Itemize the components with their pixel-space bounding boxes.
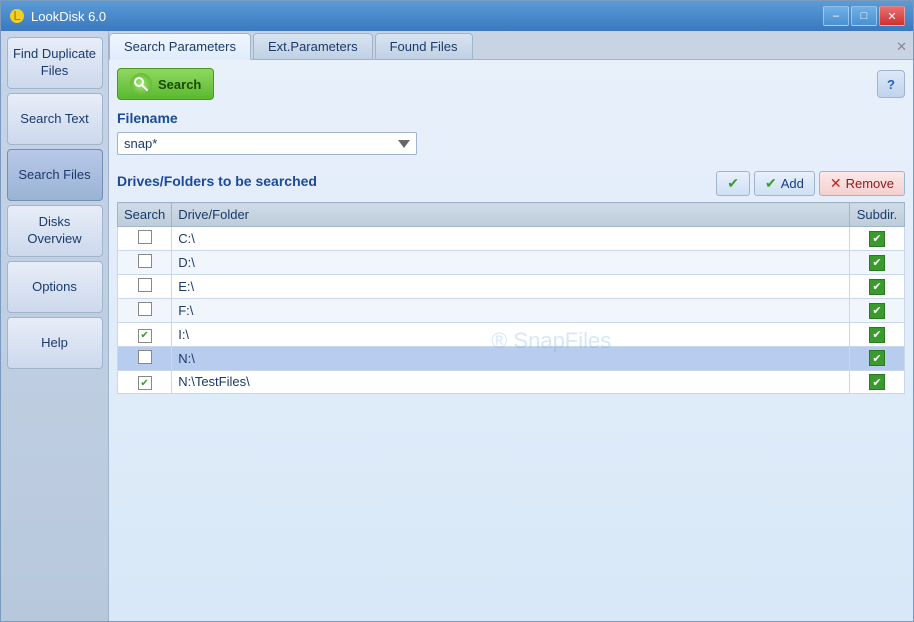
search-cell: ✔ bbox=[118, 370, 172, 394]
panel-close-icon[interactable]: ✕ bbox=[890, 35, 913, 59]
title-bar: L LookDisk 6.0 – □ ✕ bbox=[1, 1, 913, 31]
title-controls: – □ ✕ bbox=[823, 6, 905, 26]
subdir-check-n[interactable]: ✔ bbox=[869, 350, 885, 366]
add-button[interactable]: ✔ Add bbox=[754, 171, 815, 196]
checkbox-e[interactable] bbox=[138, 278, 152, 292]
toolbar: Search ? bbox=[117, 68, 905, 100]
check-icon: ✔ bbox=[727, 175, 739, 192]
window-title: LookDisk 6.0 bbox=[31, 9, 106, 24]
search-cell bbox=[118, 275, 172, 299]
table-row: D:\ ✔ bbox=[118, 251, 905, 275]
path-cell: N:\TestFiles\ bbox=[172, 370, 850, 394]
path-cell: F:\ bbox=[172, 299, 850, 323]
subdir-check-i[interactable]: ✔ bbox=[869, 327, 885, 343]
search-button-label: Search bbox=[158, 77, 201, 92]
search-cell bbox=[118, 227, 172, 251]
add-check-icon: ✔ bbox=[765, 175, 777, 192]
subdir-cell: ✔ bbox=[850, 370, 905, 394]
maximize-button[interactable]: □ bbox=[851, 6, 877, 26]
content-area: Search Parameters Ext.Parameters Found F… bbox=[109, 31, 913, 621]
close-button[interactable]: ✕ bbox=[879, 6, 905, 26]
path-cell: N:\ bbox=[172, 346, 850, 370]
tab-search-parameters[interactable]: Search Parameters bbox=[109, 33, 251, 60]
subdir-cell: ✔ bbox=[850, 275, 905, 299]
sidebar-item-search-text[interactable]: Search Text bbox=[7, 93, 103, 145]
sidebar-item-find-duplicate[interactable]: Find Duplicate Files bbox=[7, 37, 103, 89]
sidebar-item-disks-overview[interactable]: Disks Overview bbox=[7, 205, 103, 257]
checkbox-d[interactable] bbox=[138, 254, 152, 268]
path-cell: E:\ bbox=[172, 275, 850, 299]
table-row: ✔ I:\ ✔ bbox=[118, 323, 905, 347]
subdir-cell: ✔ bbox=[850, 227, 905, 251]
remove-button-label: Remove bbox=[846, 176, 894, 191]
sidebar-item-search-files[interactable]: Search Files bbox=[7, 149, 103, 201]
sidebar-item-help[interactable]: Help bbox=[7, 317, 103, 369]
drives-actions: ✔ ✔ Add ✕ Remove bbox=[716, 171, 905, 196]
col-subdir: Subdir. bbox=[850, 203, 905, 227]
sidebar: Find Duplicate Files Search Text Search … bbox=[1, 31, 109, 621]
app-icon: L bbox=[9, 8, 25, 24]
checkbox-n[interactable] bbox=[138, 350, 152, 364]
table-row: ✔ N:\TestFiles\ ✔ bbox=[118, 370, 905, 394]
path-cell: I:\ bbox=[172, 323, 850, 347]
add-button-label: Add bbox=[781, 176, 804, 191]
search-icon bbox=[130, 73, 152, 95]
main-window: L LookDisk 6.0 – □ ✕ Find Duplicate File… bbox=[0, 0, 914, 622]
search-cell: ✔ bbox=[118, 323, 172, 347]
subdir-check-c[interactable]: ✔ bbox=[869, 231, 885, 247]
drives-header: Drives/Folders to be searched ✔ ✔ Add ✕ … bbox=[117, 171, 905, 196]
checkbox-f[interactable] bbox=[138, 302, 152, 316]
subdir-cell: ✔ bbox=[850, 323, 905, 347]
tab-ext-parameters[interactable]: Ext.Parameters bbox=[253, 33, 373, 59]
help-icon: ? bbox=[887, 77, 895, 92]
title-bar-left: L LookDisk 6.0 bbox=[9, 8, 106, 24]
path-cell: D:\ bbox=[172, 251, 850, 275]
drives-table: Search Drive/Folder Subdir. C:\ bbox=[117, 202, 905, 394]
search-button[interactable]: Search bbox=[117, 68, 214, 100]
search-cell bbox=[118, 346, 172, 370]
search-cell bbox=[118, 299, 172, 323]
col-drive-folder: Drive/Folder bbox=[172, 203, 850, 227]
checkbox-i[interactable]: ✔ bbox=[138, 329, 152, 343]
search-parameters-panel: ® SnapFiles Search ? bbox=[109, 60, 913, 621]
subdir-check-e[interactable]: ✔ bbox=[869, 279, 885, 295]
filename-section-label: Filename bbox=[117, 110, 905, 126]
checkall-button[interactable]: ✔ bbox=[716, 171, 750, 196]
table-row: N:\ ✔ bbox=[118, 346, 905, 370]
subdir-check-d[interactable]: ✔ bbox=[869, 255, 885, 271]
drives-section-label: Drives/Folders to be searched bbox=[117, 173, 317, 189]
table-row: F:\ ✔ bbox=[118, 299, 905, 323]
sidebar-search-files-label: Search Files bbox=[18, 167, 90, 184]
svg-text:L: L bbox=[13, 8, 20, 23]
remove-button[interactable]: ✕ Remove bbox=[819, 171, 905, 196]
table-row: C:\ ✔ bbox=[118, 227, 905, 251]
subdir-cell: ✔ bbox=[850, 251, 905, 275]
main-content: Find Duplicate Files Search Text Search … bbox=[1, 31, 913, 621]
subdir-cell: ✔ bbox=[850, 299, 905, 323]
filename-row: snap* *.* *.txt *.exe bbox=[117, 132, 905, 155]
col-search: Search bbox=[118, 203, 172, 227]
checkbox-c[interactable] bbox=[138, 230, 152, 244]
help-button[interactable]: ? bbox=[877, 70, 905, 98]
minimize-button[interactable]: – bbox=[823, 6, 849, 26]
path-cell: C:\ bbox=[172, 227, 850, 251]
sidebar-item-options[interactable]: Options bbox=[7, 261, 103, 313]
search-cell bbox=[118, 251, 172, 275]
tab-bar: Search Parameters Ext.Parameters Found F… bbox=[109, 31, 913, 60]
checkbox-n-test[interactable]: ✔ bbox=[138, 376, 152, 390]
sidebar-options-label: Options bbox=[32, 279, 77, 296]
subdir-cell: ✔ bbox=[850, 346, 905, 370]
sidebar-disks-overview-label: Disks Overview bbox=[12, 214, 98, 248]
subdir-check-f[interactable]: ✔ bbox=[869, 303, 885, 319]
sidebar-search-text-label: Search Text bbox=[20, 111, 88, 128]
tab-found-files[interactable]: Found Files bbox=[375, 33, 473, 59]
subdir-check-n-test[interactable]: ✔ bbox=[869, 374, 885, 390]
table-row: E:\ ✔ bbox=[118, 275, 905, 299]
remove-x-icon: ✕ bbox=[830, 175, 842, 192]
filename-select[interactable]: snap* *.* *.txt *.exe bbox=[117, 132, 417, 155]
sidebar-help-label: Help bbox=[41, 335, 68, 352]
sidebar-find-duplicate-label: Find Duplicate Files bbox=[12, 46, 98, 80]
